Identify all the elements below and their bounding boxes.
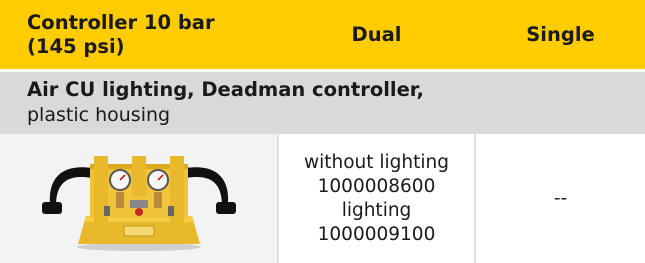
deadman-controller-image xyxy=(42,156,236,251)
section-subtitle: plastic housing xyxy=(27,104,171,126)
header-single-label: Single xyxy=(526,22,595,46)
dual-line-without-lighting: without lighting xyxy=(303,151,450,173)
header-dual-label: Dual xyxy=(351,22,402,46)
single-cell: -- xyxy=(476,134,645,263)
spec-table: Controller 10 bar (145 psi) Dual Single … xyxy=(0,0,645,263)
single-value: -- xyxy=(553,188,568,209)
dual-line-part-number-2: 1000009100 xyxy=(317,223,436,245)
section-title: Air CU lighting, Deadman controller, xyxy=(27,78,424,101)
header-single-cell: Single xyxy=(476,0,645,69)
header-dual-cell: Dual xyxy=(279,0,474,69)
dual-line-lighting: lighting xyxy=(341,199,412,221)
product-row: without lighting 1000008600 lighting 100… xyxy=(0,134,645,263)
section-row: Air CU lighting, Deadman controller, pla… xyxy=(0,72,645,134)
header-controller-line2: (145 psi) xyxy=(27,34,125,58)
dual-cell: without lighting 1000008600 lighting 100… xyxy=(279,134,474,263)
table-header-row: Controller 10 bar (145 psi) Dual Single xyxy=(0,0,645,69)
header-controller-line1: Controller 10 bar xyxy=(27,10,215,34)
header-controller-cell: Controller 10 bar (145 psi) xyxy=(27,0,277,69)
product-image-cell xyxy=(0,134,279,263)
dual-line-part-number-1: 1000008600 xyxy=(317,175,436,197)
